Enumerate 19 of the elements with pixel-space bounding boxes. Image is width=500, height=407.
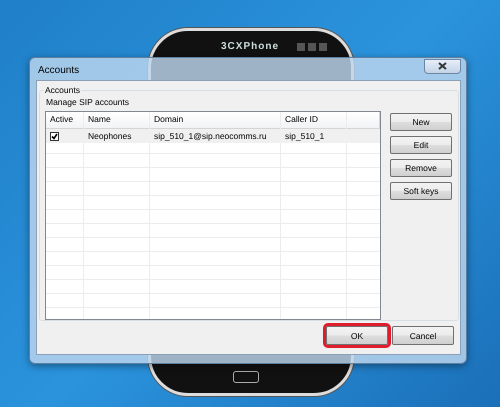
window-controls-icon xyxy=(297,43,327,51)
phone-title: 3CXPhone xyxy=(221,41,280,52)
side-button[interactable]: Edit xyxy=(390,136,452,154)
window-title: Accounts xyxy=(37,64,80,76)
table-cell-text: sip_510_1 xyxy=(284,131,326,141)
dialog-button[interactable]: Cancel xyxy=(392,326,454,345)
side-button[interactable]: Soft keys xyxy=(390,182,452,200)
dialog-button[interactable]: OK xyxy=(326,326,388,345)
group-title: Accounts xyxy=(44,85,81,95)
close-icon xyxy=(438,62,447,70)
checkbox[interactable] xyxy=(50,132,59,140)
home-button[interactable] xyxy=(233,371,259,383)
table-row[interactable]: Neophones sip_510_1@sip.neocomms.ru sip_510_1 xyxy=(46,129,380,143)
close-button[interactable] xyxy=(424,58,461,74)
side-button[interactable]: New xyxy=(390,113,452,131)
side-button[interactable]: Remove xyxy=(390,159,452,177)
group-description: Manage SIP accounts xyxy=(46,97,130,107)
table-cell-text: Neophones xyxy=(87,131,132,141)
table-cell-text: sip_510_1@sip.neocomms.ru xyxy=(153,131,268,141)
